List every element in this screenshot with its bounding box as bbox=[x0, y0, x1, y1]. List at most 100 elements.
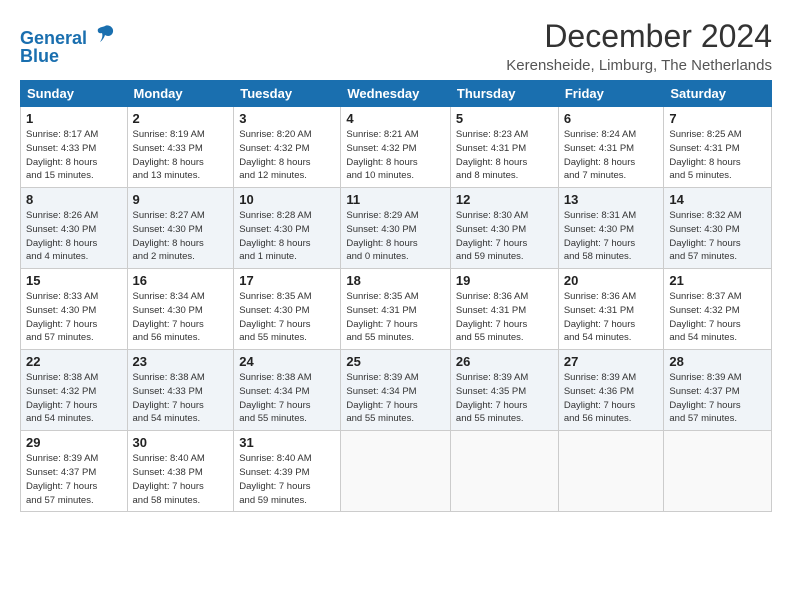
day-number: 25 bbox=[346, 354, 445, 369]
page: General Blue December 2024 Kerensheide, … bbox=[0, 0, 792, 522]
day-number: 18 bbox=[346, 273, 445, 288]
day-info: Sunrise: 8:35 AM Sunset: 4:31 PM Dayligh… bbox=[346, 290, 445, 345]
calendar-day-cell: 31 Sunrise: 8:40 AM Sunset: 4:39 PM Dayli… bbox=[234, 431, 341, 512]
calendar-day-cell: 26Sunrise: 8:39 AM Sunset: 4:35 PM Dayli… bbox=[450, 350, 558, 431]
day-number: 29 bbox=[26, 435, 122, 450]
calendar-day-cell: 17 Sunrise: 8:35 AM Sunset: 4:30 PM Dayli… bbox=[234, 269, 341, 350]
day-number: 20 bbox=[564, 273, 659, 288]
weekday-header-saturday: Saturday bbox=[664, 81, 772, 107]
calendar-day-cell: 29 Sunrise: 8:39 AM Sunset: 4:37 PM Dayli… bbox=[21, 431, 128, 512]
day-info: Sunrise: 8:17 AM Sunset: 4:33 PM Dayligh… bbox=[26, 128, 122, 183]
calendar-empty-cell bbox=[558, 431, 664, 512]
day-number: 21 bbox=[669, 273, 766, 288]
day-info: Sunrise: 8:28 AM Sunset: 4:30 PM Dayligh… bbox=[239, 209, 335, 264]
calendar-day-cell: 23 Sunrise: 8:38 AM Sunset: 4:33 PM Dayli… bbox=[127, 350, 234, 431]
day-info: Sunrise: 8:39 AM Sunset: 4:34 PM Dayligh… bbox=[346, 371, 445, 426]
calendar-day-cell: 12 Sunrise: 8:30 AM Sunset: 4:30 PM Dayli… bbox=[450, 188, 558, 269]
calendar: SundayMondayTuesdayWednesdayThursdayFrid… bbox=[20, 80, 772, 512]
calendar-day-cell: 15 Sunrise: 8:33 AM Sunset: 4:30 PM Dayli… bbox=[21, 269, 128, 350]
day-info: Sunrise: 8:30 AM Sunset: 4:30 PM Dayligh… bbox=[456, 209, 553, 264]
calendar-day-cell: 28 Sunrise: 8:39 AM Sunset: 4:37 PM Dayli… bbox=[664, 350, 772, 431]
day-number: 12 bbox=[456, 192, 553, 207]
calendar-week-row: 29 Sunrise: 8:39 AM Sunset: 4:37 PM Dayli… bbox=[21, 431, 772, 512]
day-info: Sunrise: 8:27 AM Sunset: 4:30 PM Dayligh… bbox=[133, 209, 229, 264]
calendar-day-cell: 8 Sunrise: 8:26 AM Sunset: 4:30 PM Daylig… bbox=[21, 188, 128, 269]
day-info: Sunrise: 8:24 AM Sunset: 4:31 PM Dayligh… bbox=[564, 128, 659, 183]
day-number: 2 bbox=[133, 111, 229, 126]
day-number: 26 bbox=[456, 354, 553, 369]
calendar-day-cell: 10Sunrise: 8:28 AM Sunset: 4:30 PM Dayli… bbox=[234, 188, 341, 269]
day-number: 7 bbox=[669, 111, 766, 126]
calendar-day-cell: 19Sunrise: 8:36 AM Sunset: 4:31 PM Dayli… bbox=[450, 269, 558, 350]
weekday-header-tuesday: Tuesday bbox=[234, 81, 341, 107]
day-info: Sunrise: 8:36 AM Sunset: 4:31 PM Dayligh… bbox=[564, 290, 659, 345]
day-number: 24 bbox=[239, 354, 335, 369]
calendar-day-cell: 25 Sunrise: 8:39 AM Sunset: 4:34 PM Dayli… bbox=[341, 350, 451, 431]
calendar-day-cell: 2 Sunrise: 8:19 AM Sunset: 4:33 PM Daylig… bbox=[127, 107, 234, 188]
weekday-header-friday: Friday bbox=[558, 81, 664, 107]
logo: General Blue bbox=[20, 22, 116, 67]
calendar-day-cell: 1 Sunrise: 8:17 AM Sunset: 4:33 PM Daylig… bbox=[21, 107, 128, 188]
day-info: Sunrise: 8:21 AM Sunset: 4:32 PM Dayligh… bbox=[346, 128, 445, 183]
day-info: Sunrise: 8:19 AM Sunset: 4:33 PM Dayligh… bbox=[133, 128, 229, 183]
title-block: December 2024 Kerensheide, Limburg, The … bbox=[506, 18, 772, 74]
calendar-day-cell: 13 Sunrise: 8:31 AM Sunset: 4:30 PM Dayli… bbox=[558, 188, 664, 269]
calendar-day-cell: 11 Sunrise: 8:29 AM Sunset: 4:30 PM Dayli… bbox=[341, 188, 451, 269]
weekday-header-row: SundayMondayTuesdayWednesdayThursdayFrid… bbox=[21, 81, 772, 107]
day-info: Sunrise: 8:40 AM Sunset: 4:38 PM Dayligh… bbox=[133, 452, 229, 507]
day-info: Sunrise: 8:31 AM Sunset: 4:30 PM Dayligh… bbox=[564, 209, 659, 264]
day-number: 22 bbox=[26, 354, 122, 369]
calendar-day-cell: 24Sunrise: 8:38 AM Sunset: 4:34 PM Dayli… bbox=[234, 350, 341, 431]
day-info: Sunrise: 8:39 AM Sunset: 4:37 PM Dayligh… bbox=[669, 371, 766, 426]
day-info: Sunrise: 8:39 AM Sunset: 4:37 PM Dayligh… bbox=[26, 452, 122, 507]
logo-line2: Blue bbox=[20, 47, 116, 67]
day-number: 23 bbox=[133, 354, 229, 369]
calendar-day-cell: 22 Sunrise: 8:38 AM Sunset: 4:32 PM Dayli… bbox=[21, 350, 128, 431]
calendar-day-cell: 20 Sunrise: 8:36 AM Sunset: 4:31 PM Dayli… bbox=[558, 269, 664, 350]
day-number: 11 bbox=[346, 192, 445, 207]
logo-line1: General bbox=[20, 28, 87, 48]
weekday-header-monday: Monday bbox=[127, 81, 234, 107]
calendar-empty-cell bbox=[664, 431, 772, 512]
month-title: December 2024 bbox=[506, 18, 772, 55]
day-info: Sunrise: 8:40 AM Sunset: 4:39 PM Dayligh… bbox=[239, 452, 335, 507]
calendar-day-cell: 18 Sunrise: 8:35 AM Sunset: 4:31 PM Dayli… bbox=[341, 269, 451, 350]
day-number: 4 bbox=[346, 111, 445, 126]
day-info: Sunrise: 8:39 AM Sunset: 4:36 PM Dayligh… bbox=[564, 371, 659, 426]
calendar-day-cell: 9Sunrise: 8:27 AM Sunset: 4:30 PM Daylig… bbox=[127, 188, 234, 269]
calendar-week-row: 15 Sunrise: 8:33 AM Sunset: 4:30 PM Dayli… bbox=[21, 269, 772, 350]
day-info: Sunrise: 8:38 AM Sunset: 4:33 PM Dayligh… bbox=[133, 371, 229, 426]
day-number: 31 bbox=[239, 435, 335, 450]
calendar-day-cell: 5 Sunrise: 8:23 AM Sunset: 4:31 PM Daylig… bbox=[450, 107, 558, 188]
header: General Blue December 2024 Kerensheide, … bbox=[20, 18, 772, 74]
weekday-header-thursday: Thursday bbox=[450, 81, 558, 107]
day-number: 15 bbox=[26, 273, 122, 288]
calendar-day-cell: 6Sunrise: 8:24 AM Sunset: 4:31 PM Daylig… bbox=[558, 107, 664, 188]
calendar-day-cell: 30 Sunrise: 8:40 AM Sunset: 4:38 PM Dayli… bbox=[127, 431, 234, 512]
calendar-day-cell: 27 Sunrise: 8:39 AM Sunset: 4:36 PM Dayli… bbox=[558, 350, 664, 431]
day-info: Sunrise: 8:38 AM Sunset: 4:32 PM Dayligh… bbox=[26, 371, 122, 426]
day-number: 3 bbox=[239, 111, 335, 126]
day-info: Sunrise: 8:35 AM Sunset: 4:30 PM Dayligh… bbox=[239, 290, 335, 345]
calendar-day-cell: 3Sunrise: 8:20 AM Sunset: 4:32 PM Daylig… bbox=[234, 107, 341, 188]
day-info: Sunrise: 8:23 AM Sunset: 4:31 PM Dayligh… bbox=[456, 128, 553, 183]
day-info: Sunrise: 8:29 AM Sunset: 4:30 PM Dayligh… bbox=[346, 209, 445, 264]
day-info: Sunrise: 8:33 AM Sunset: 4:30 PM Dayligh… bbox=[26, 290, 122, 345]
day-number: 27 bbox=[564, 354, 659, 369]
day-number: 16 bbox=[133, 273, 229, 288]
day-number: 8 bbox=[26, 192, 122, 207]
day-number: 30 bbox=[133, 435, 229, 450]
day-info: Sunrise: 8:26 AM Sunset: 4:30 PM Dayligh… bbox=[26, 209, 122, 264]
day-number: 5 bbox=[456, 111, 553, 126]
calendar-week-row: 8 Sunrise: 8:26 AM Sunset: 4:30 PM Daylig… bbox=[21, 188, 772, 269]
calendar-day-cell: 21Sunrise: 8:37 AM Sunset: 4:32 PM Dayli… bbox=[664, 269, 772, 350]
day-number: 1 bbox=[26, 111, 122, 126]
day-info: Sunrise: 8:25 AM Sunset: 4:31 PM Dayligh… bbox=[669, 128, 766, 183]
day-number: 17 bbox=[239, 273, 335, 288]
day-number: 13 bbox=[564, 192, 659, 207]
day-number: 28 bbox=[669, 354, 766, 369]
calendar-week-row: 22 Sunrise: 8:38 AM Sunset: 4:32 PM Dayli… bbox=[21, 350, 772, 431]
day-info: Sunrise: 8:34 AM Sunset: 4:30 PM Dayligh… bbox=[133, 290, 229, 345]
subtitle: Kerensheide, Limburg, The Netherlands bbox=[506, 57, 772, 74]
calendar-empty-cell bbox=[450, 431, 558, 512]
